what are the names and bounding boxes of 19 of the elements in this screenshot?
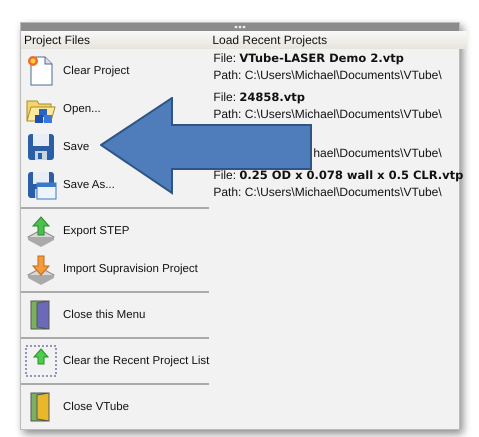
section-header: Project Files bbox=[21, 31, 210, 49]
grip-icon[interactable] bbox=[234, 25, 246, 29]
recent-project-link[interactable]: File: 24858.vtp bbox=[213, 88, 305, 106]
project-path: Path: C:\Users\Michael\Documents\VTube\ bbox=[213, 184, 443, 200]
recent-project-link[interactable]: File: 0.25 OD x 0.078 wall x 0.5 CLR.vtp bbox=[213, 166, 464, 184]
menu-item[interactable]: Clear the Recent Project List bbox=[21, 342, 210, 380]
menu-item[interactable]: Import Supravision Project bbox=[21, 250, 210, 288]
menu-item[interactable]: Export STEP bbox=[21, 212, 210, 250]
project-path: hael\Documents\VTube\ bbox=[312, 145, 443, 161]
menu-item[interactable]: Close VTube bbox=[21, 388, 210, 426]
recent-project-link[interactable]: File: VTube-LASER Demo 2.vtp bbox=[213, 49, 404, 67]
project-path: Path: C:\Users\Michael\Documents\VTube\ bbox=[213, 67, 443, 83]
export-icon bbox=[25, 215, 57, 247]
section-header: Load Recent Projects bbox=[209, 31, 468, 49]
import-icon bbox=[25, 253, 57, 285]
menu-item[interactable]: Clear Project bbox=[21, 52, 210, 90]
floppy-window-icon bbox=[25, 169, 57, 201]
menu-item[interactable]: Close this Menu bbox=[21, 296, 210, 334]
project-path: Path: C:\Users\Michael\Documents\VTube\ bbox=[213, 106, 443, 122]
